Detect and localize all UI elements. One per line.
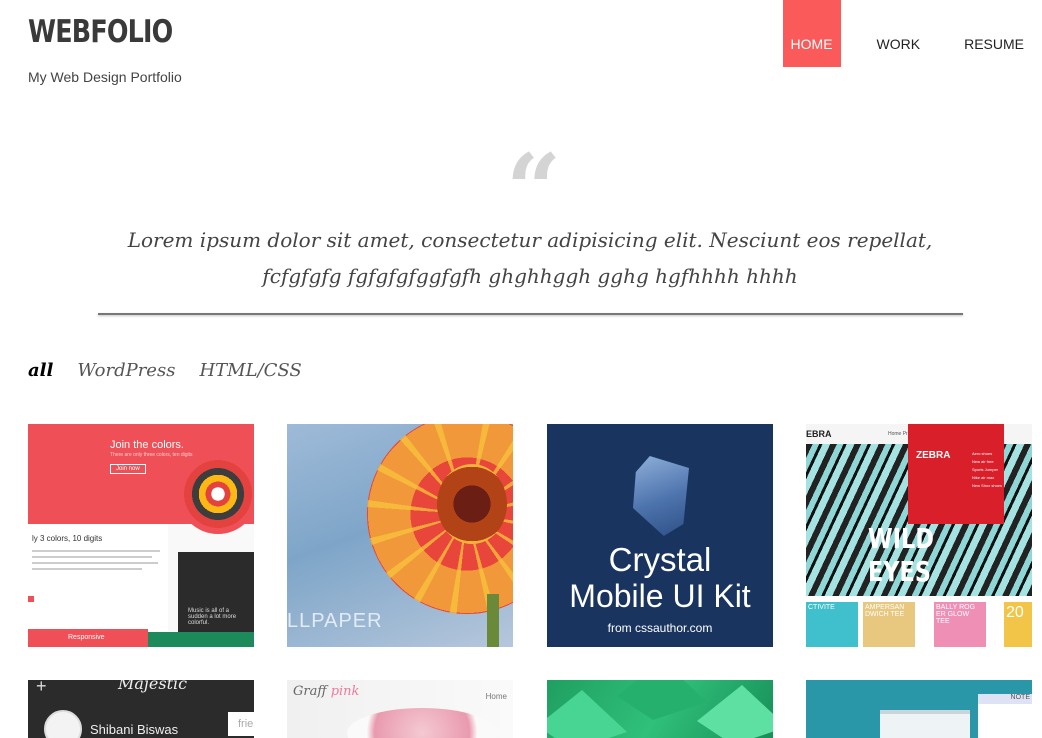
thumb-user-name: Shibani Biswas <box>90 722 179 737</box>
panel-list-item: Aero shoes <box>972 451 993 456</box>
brand-part-a: Graff <box>293 684 327 699</box>
thumb-brand: Graff pink <box>293 684 359 699</box>
thumb-music-text: Music is all of a sudden a lot more colo… <box>188 608 237 626</box>
panel-title: ZEBRA <box>916 450 951 461</box>
nav-home[interactable]: HOME <box>782 0 841 67</box>
thumb-headline: WILD EYES <box>868 522 934 588</box>
panel-list: Aero shoes New air free Sports Jumper Ni… <box>972 450 1002 490</box>
text-line <box>32 568 142 570</box>
portfolio-item-majestic[interactable]: + Majestic Shibani Biswas frie <box>28 680 254 738</box>
portfolio-item-flower-wallpaper[interactable]: LLPAPER <box>287 424 513 647</box>
thumb-title-line2: Mobile UI Kit <box>569 578 751 614</box>
filter-all[interactable]: all <box>28 360 53 381</box>
pink-flower-image <box>347 708 497 738</box>
portfolio-filters: all WordPress HTML/CSS <box>28 360 326 381</box>
avatar <box>44 710 82 738</box>
portfolio-item-teal-desktop[interactable]: NOTE <box>806 680 1032 738</box>
panel-list-item: Nike air max <box>972 475 995 480</box>
filter-html-css[interactable]: HTML/CSS <box>199 360 301 381</box>
testimonial-quote: Lorem ipsum dolor sit amet, consectetur … <box>127 228 933 288</box>
site-tagline: My Web Design Portfolio <box>28 69 182 85</box>
thumb-button: Join now <box>110 464 146 474</box>
thumb-title-line1: Crystal <box>608 541 712 578</box>
crystal-icon <box>633 456 689 536</box>
quote-divider <box>98 313 963 315</box>
thumb-footer-text: Responsive <box>68 634 105 641</box>
thumb-title: Majestic <box>118 680 188 693</box>
plus-icon: + <box>36 680 47 696</box>
text-line <box>32 556 152 558</box>
portfolio-grid: Join the colors. There are only three co… <box>28 424 1032 738</box>
panel-list-item: New Shox shoes <box>972 483 1003 488</box>
product-card: AMPERSAN DWICH TEE <box>863 602 915 647</box>
nav-work[interactable]: WORK <box>858 0 947 67</box>
product-card: 20 <box>1004 602 1032 647</box>
site-logo[interactable]: WEBFOLIO <box>28 14 173 50</box>
nav-resume[interactable]: RESUME <box>946 0 1042 67</box>
polygon-shard <box>547 690 627 738</box>
thumb-brand: EBRA <box>806 429 832 439</box>
product-card: BALLY ROG ER GLOW TEE <box>934 602 986 647</box>
thumb-body-heading: ly 3 colors, 10 digits <box>32 534 103 543</box>
portfolio-item-zebra-store[interactable]: EBRA Home Products Shopping Contact ZEBR… <box>806 424 1032 647</box>
thumb-subheading: There are only three colors, ten digits <box>110 452 193 458</box>
note-card: NOTE <box>978 694 1032 738</box>
flower-stem <box>487 594 499 647</box>
green-panel <box>148 632 254 647</box>
site-header: WEBFOLIO My Web Design Portfolio HOME WO… <box>0 0 1042 110</box>
accent-square <box>28 596 34 602</box>
panel-list-item: New air free <box>972 459 994 464</box>
browser-window-graphic <box>880 710 970 738</box>
panel-list-item: Sports Jumper <box>972 467 999 472</box>
thumb-nav-home: Home <box>485 692 507 701</box>
note-header: NOTE <box>978 694 1032 704</box>
thumb-heading: Join the colors. <box>110 439 184 451</box>
product-card: CTIVITE <box>806 602 858 647</box>
thumb-caption: LLPAPER <box>287 610 383 632</box>
text-line <box>32 550 160 552</box>
portfolio-item-crystal-ui-kit[interactable]: Crystal Mobile UI Kit from cssauthor.com <box>547 424 773 647</box>
polygon-shard <box>617 680 707 720</box>
portfolio-item-green-polygon[interactable] <box>547 680 773 738</box>
color-rings-graphic <box>178 454 254 534</box>
quote-mark-icon: “ <box>506 133 562 246</box>
main-nav: HOME WORK RESUME <box>782 0 1042 67</box>
polygon-shard <box>697 685 773 738</box>
thumb-credit: from cssauthor.com <box>607 621 713 635</box>
flower-center <box>437 464 507 544</box>
portfolio-item-join-colors[interactable]: Join the colors. There are only three co… <box>28 424 254 647</box>
portfolio-item-graff-pink[interactable]: Graff pink Home <box>287 680 513 738</box>
filter-wordpress[interactable]: WordPress <box>77 360 175 381</box>
brand-part-b: pink <box>330 684 360 699</box>
thumb-search-field: frie <box>228 712 254 736</box>
text-line <box>32 562 158 564</box>
